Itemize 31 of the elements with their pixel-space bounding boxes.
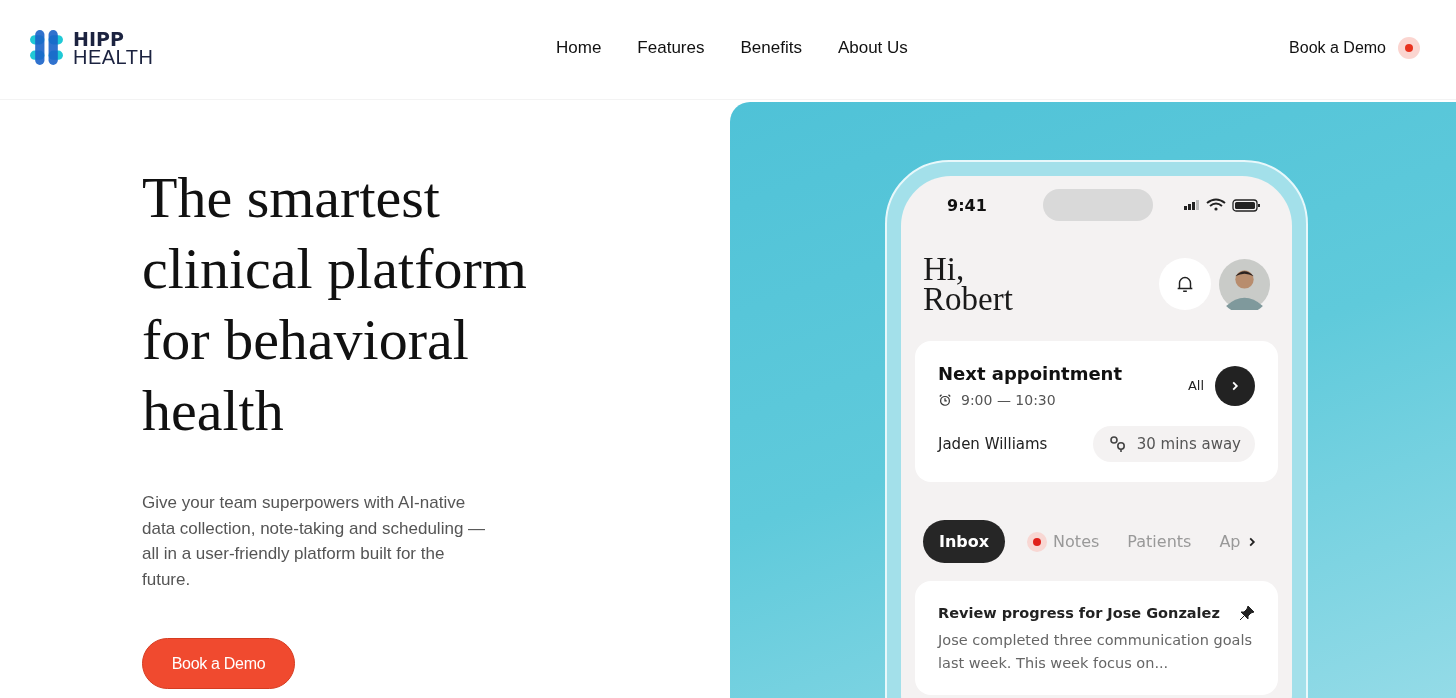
book-demo-button[interactable]: Book a Demo	[142, 638, 295, 689]
book-demo-link[interactable]: Book a Demo	[1289, 38, 1386, 57]
pin-icon[interactable]	[1239, 605, 1255, 621]
logo-icon	[28, 29, 65, 66]
appointment-time: 9:00 — 10:30	[961, 392, 1056, 408]
wifi-icon	[1206, 198, 1226, 212]
message-text: Jose completed three communication goals last week. This week focus on...	[938, 631, 1254, 673]
nav-link[interactable]: Home	[556, 38, 602, 58]
status-time: 9:41	[947, 195, 987, 215]
appointment-title: Next appointment	[938, 363, 1122, 384]
alarm-icon	[938, 393, 952, 407]
user-name: Robert	[923, 284, 1014, 314]
nav-link[interactable]: About Us	[837, 38, 908, 58]
brand-name: HEALTH	[73, 47, 154, 66]
brand-name: HIPP	[73, 29, 125, 48]
avatar[interactable]	[1219, 258, 1270, 310]
message-title: Review progress for Jose Gonzalez	[938, 605, 1220, 621]
patient-name: Jaden Williams	[938, 435, 1048, 453]
notification-button[interactable]	[1159, 258, 1211, 310]
signal-icon	[1184, 198, 1200, 212]
all-link[interactable]: All	[1187, 378, 1204, 393]
distance-text: 30 mins away	[1136, 435, 1241, 453]
battery-icon	[1232, 198, 1260, 212]
greeting: Hi,	[923, 254, 965, 284]
location-pin-icon	[1108, 435, 1127, 453]
nav-link[interactable]: Benefits	[740, 38, 802, 58]
nav-link[interactable]: Features	[637, 38, 705, 58]
hero-text: Give your team superpowers with AI-native data collection, note-taking and scheduling — all in a user-friendly platform built for the future.	[142, 492, 487, 591]
hero-title: The smartest clinical platform for behavioral health	[142, 164, 528, 445]
next-button[interactable]	[1215, 365, 1255, 406]
tab[interactable]: Inbox	[923, 520, 1006, 563]
